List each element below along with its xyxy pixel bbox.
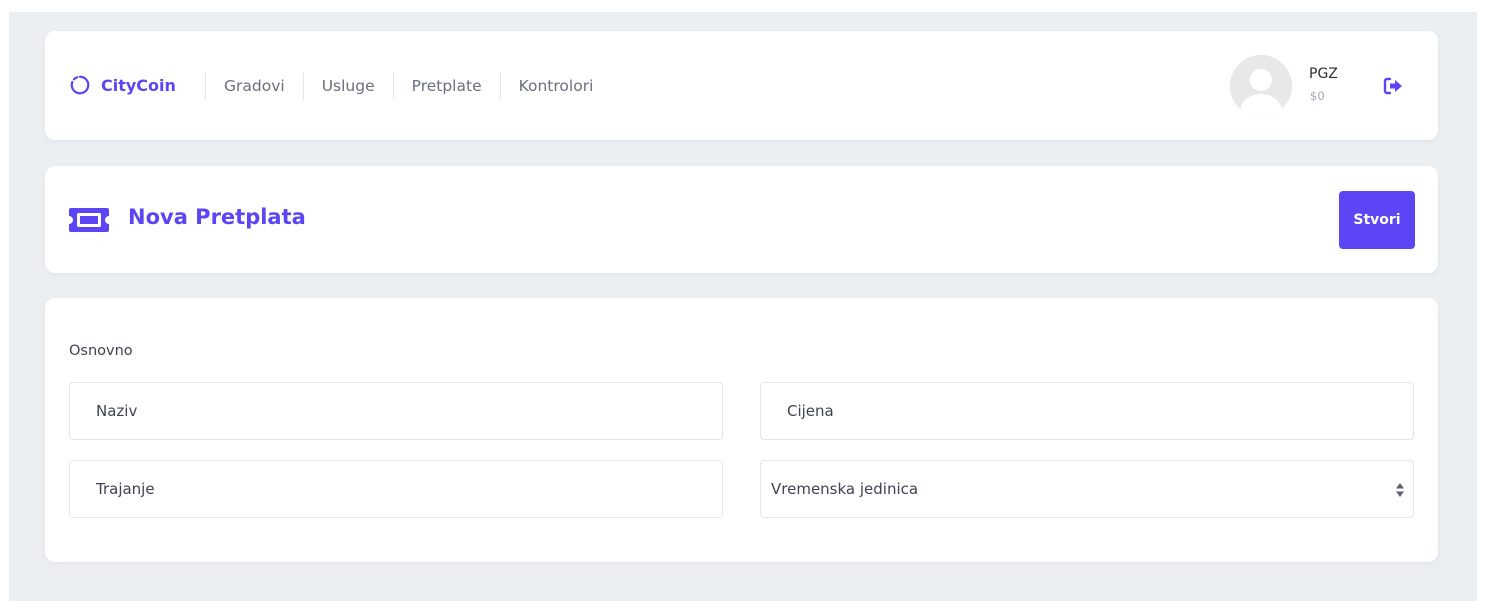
nav-link-pretplate[interactable]: Pretplate (392, 72, 500, 100)
create-button[interactable]: Stvori (1339, 191, 1415, 249)
page-background: CityCoin Gradovi Usluge Pretplate Kontro… (9, 12, 1477, 601)
subscription-form: Osnovno Vremenska jedinica (45, 298, 1438, 562)
page-title: Nova Pretplata (128, 205, 306, 229)
user-placeholder-icon (1230, 55, 1292, 117)
page-header: Nova Pretplata Stvori (45, 166, 1438, 273)
time-unit-selected: Vremenska jedinica (771, 480, 919, 498)
circle-loader-icon (70, 75, 90, 95)
avatar[interactable] (1230, 55, 1292, 117)
ticket-icon (69, 208, 109, 232)
sign-out-icon[interactable] (1383, 76, 1403, 96)
section-label: Osnovno (69, 343, 133, 359)
brand-name: CityCoin (101, 75, 176, 95)
select-arrows-icon (1396, 483, 1404, 497)
user-name: PGZ (1309, 66, 1338, 82)
duration-input[interactable] (69, 460, 723, 518)
nav-link-gradovi[interactable]: Gradovi (205, 72, 303, 100)
user-balance: $0 (1310, 89, 1325, 103)
name-input[interactable] (69, 382, 723, 440)
nav-link-usluge[interactable]: Usluge (302, 72, 393, 100)
nav-links: Gradovi Usluge Pretplate Kontrolori (205, 72, 611, 100)
nav-link-kontrolori[interactable]: Kontrolori (499, 72, 612, 100)
time-unit-select[interactable]: Vremenska jedinica (760, 460, 1414, 518)
top-navbar: CityCoin Gradovi Usluge Pretplate Kontro… (45, 31, 1438, 140)
brand[interactable]: CityCoin (69, 74, 176, 96)
price-input[interactable] (760, 382, 1414, 440)
